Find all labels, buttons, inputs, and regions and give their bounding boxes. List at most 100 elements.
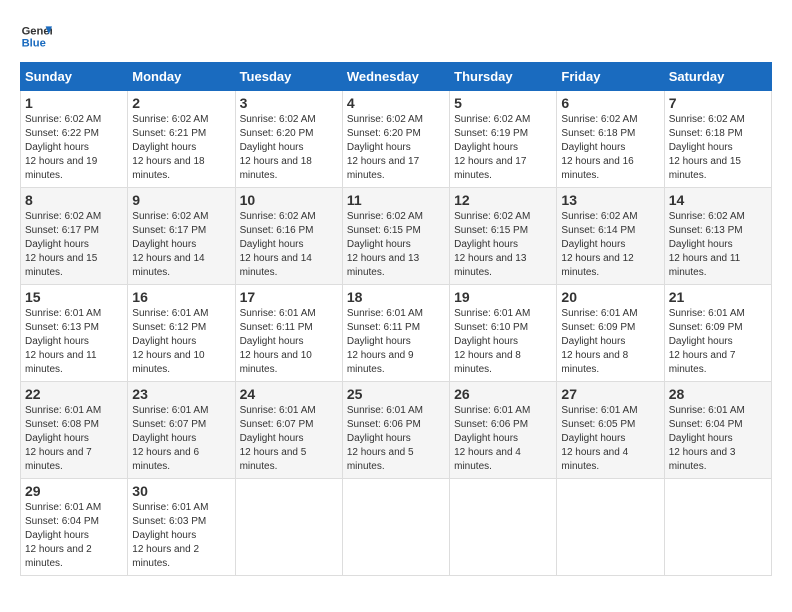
day-info: Sunrise: 6:01 AMSunset: 6:10 PMDaylight … xyxy=(454,307,552,377)
day-number: 18 xyxy=(347,289,445,305)
calendar-day-5: 5 Sunrise: 6:02 AMSunset: 6:19 PMDaylight… xyxy=(450,91,557,188)
day-info: Sunrise: 6:02 AMSunset: 6:20 PMDaylight … xyxy=(240,113,338,183)
day-info: Sunrise: 6:02 AMSunset: 6:13 PMDaylight … xyxy=(669,210,767,280)
col-header-tuesday: Tuesday xyxy=(235,63,342,91)
day-info: Sunrise: 6:01 AMSunset: 6:06 PMDaylight … xyxy=(454,404,552,474)
day-number: 6 xyxy=(561,95,659,111)
calendar-week-1: 8 Sunrise: 6:02 AMSunset: 6:17 PMDaylight… xyxy=(21,188,772,285)
calendar-day-25: 25Sunrise: 6:01 AMSunset: 6:06 PMDayligh… xyxy=(342,382,449,479)
calendar-day-1: 1 Sunrise: 6:02 AMSunset: 6:22 PMDaylight… xyxy=(21,91,128,188)
day-number: 29 xyxy=(25,483,123,499)
calendar-day-17: 17Sunrise: 6:01 AMSunset: 6:11 PMDayligh… xyxy=(235,285,342,382)
day-number: 9 xyxy=(132,192,230,208)
calendar-day-11: 11 Sunrise: 6:02 AMSunset: 6:15 PMDayligh… xyxy=(342,188,449,285)
calendar-day-empty-4-3 xyxy=(342,479,449,576)
col-header-wednesday: Wednesday xyxy=(342,63,449,91)
day-info: Sunrise: 6:01 AMSunset: 6:03 PMDaylight … xyxy=(132,501,230,571)
calendar-table: SundayMondayTuesdayWednesdayThursdayFrid… xyxy=(20,62,772,576)
calendar-day-empty-4-2 xyxy=(235,479,342,576)
col-header-monday: Monday xyxy=(128,63,235,91)
day-number: 1 xyxy=(25,95,123,111)
calendar-day-18: 18 Sunrise: 6:01 AMSunset: 6:11 PMDayligh… xyxy=(342,285,449,382)
calendar-day-empty-4-6 xyxy=(664,479,771,576)
calendar-day-empty-4-4 xyxy=(450,479,557,576)
day-number: 10 xyxy=(240,192,338,208)
calendar-day-23: 23 Sunrise: 6:01 AMSunset: 6:07 PMDayligh… xyxy=(128,382,235,479)
calendar-day-27: 27 Sunrise: 6:01 AMSunset: 6:05 PMDayligh… xyxy=(557,382,664,479)
day-number: 11 xyxy=(347,192,445,208)
day-info: Sunrise: 6:02 AMSunset: 6:20 PMDaylight … xyxy=(347,113,445,183)
calendar-day-13: 13 Sunrise: 6:02 AMSunset: 6:14 PMDayligh… xyxy=(557,188,664,285)
day-number: 3 xyxy=(240,95,338,111)
day-number: 14 xyxy=(669,192,767,208)
day-info: Sunrise: 6:02 AMSunset: 6:21 PMDaylight … xyxy=(132,113,230,183)
calendar-day-2: 2 Sunrise: 6:02 AMSunset: 6:21 PMDaylight… xyxy=(128,91,235,188)
day-info: Sunrise: 6:02 AMSunset: 6:16 PMDaylight … xyxy=(240,210,338,280)
calendar-day-30: 30 Sunrise: 6:01 AMSunset: 6:03 PMDayligh… xyxy=(128,479,235,576)
header-row: SundayMondayTuesdayWednesdayThursdayFrid… xyxy=(21,63,772,91)
day-number: 4 xyxy=(347,95,445,111)
day-info: Sunrise: 6:02 AMSunset: 6:17 PMDaylight … xyxy=(132,210,230,280)
day-number: 13 xyxy=(561,192,659,208)
day-number: 25 xyxy=(347,386,445,402)
calendar-day-29: 29 Sunrise: 6:01 AMSunset: 6:04 PMDayligh… xyxy=(21,479,128,576)
day-number: 8 xyxy=(25,192,123,208)
col-header-friday: Friday xyxy=(557,63,664,91)
day-info: Sunrise: 6:01 AMSunset: 6:07 PMDaylight … xyxy=(132,404,230,474)
day-number: 28 xyxy=(669,386,767,402)
day-info: Sunrise: 6:02 AMSunset: 6:19 PMDaylight … xyxy=(454,113,552,183)
day-info: Sunrise: 6:02 AMSunset: 6:17 PMDaylight … xyxy=(25,210,123,280)
day-info: Sunrise: 6:02 AMSunset: 6:14 PMDaylight … xyxy=(561,210,659,280)
day-number: 24 xyxy=(240,386,338,402)
day-info: Sunrise: 6:02 AMSunset: 6:15 PMDaylight … xyxy=(347,210,445,280)
day-info: Sunrise: 6:01 AMSunset: 6:08 PMDaylight … xyxy=(25,404,123,474)
col-header-sunday: Sunday xyxy=(21,63,128,91)
calendar-day-6: 6 Sunrise: 6:02 AMSunset: 6:18 PMDaylight… xyxy=(557,91,664,188)
calendar-week-3: 22 Sunrise: 6:01 AMSunset: 6:08 PMDayligh… xyxy=(21,382,772,479)
calendar-day-20: 20 Sunrise: 6:01 AMSunset: 6:09 PMDayligh… xyxy=(557,285,664,382)
day-number: 22 xyxy=(25,386,123,402)
day-info: Sunrise: 6:01 AMSunset: 6:04 PMDaylight … xyxy=(25,501,123,571)
day-number: 17 xyxy=(240,289,338,305)
calendar-day-28: 28 Sunrise: 6:01 AMSunset: 6:04 PMDayligh… xyxy=(664,382,771,479)
col-header-saturday: Saturday xyxy=(664,63,771,91)
day-info: Sunrise: 6:02 AMSunset: 6:18 PMDaylight … xyxy=(669,113,767,183)
page-header: General Blue xyxy=(20,20,772,52)
calendar-day-10: 10 Sunrise: 6:02 AMSunset: 6:16 PMDayligh… xyxy=(235,188,342,285)
svg-text:Blue: Blue xyxy=(22,37,46,49)
calendar-day-3: 3 Sunrise: 6:02 AMSunset: 6:20 PMDaylight… xyxy=(235,91,342,188)
calendar-day-4: 4 Sunrise: 6:02 AMSunset: 6:20 PMDaylight… xyxy=(342,91,449,188)
day-number: 20 xyxy=(561,289,659,305)
day-number: 23 xyxy=(132,386,230,402)
day-number: 5 xyxy=(454,95,552,111)
day-number: 30 xyxy=(132,483,230,499)
day-number: 21 xyxy=(669,289,767,305)
day-info: Sunrise: 6:02 AMSunset: 6:15 PMDaylight … xyxy=(454,210,552,280)
calendar-day-empty-4-5 xyxy=(557,479,664,576)
day-number: 2 xyxy=(132,95,230,111)
logo: General Blue xyxy=(20,20,52,52)
day-number: 19 xyxy=(454,289,552,305)
calendar-day-8: 8 Sunrise: 6:02 AMSunset: 6:17 PMDaylight… xyxy=(21,188,128,285)
day-info: Sunrise: 6:01 AMSunset: 6:07 PMDaylight … xyxy=(240,404,338,474)
day-info: Sunrise: 6:01 AMSunset: 6:05 PMDaylight … xyxy=(561,404,659,474)
day-info: Sunrise: 6:01 AMSunset: 6:09 PMDaylight … xyxy=(561,307,659,377)
day-info: Sunrise: 6:01 AMSunset: 6:12 PMDaylight … xyxy=(132,307,230,377)
day-number: 26 xyxy=(454,386,552,402)
day-number: 15 xyxy=(25,289,123,305)
calendar-day-9: 9 Sunrise: 6:02 AMSunset: 6:17 PMDaylight… xyxy=(128,188,235,285)
day-info: Sunrise: 6:02 AMSunset: 6:22 PMDaylight … xyxy=(25,113,123,183)
day-info: Sunrise: 6:01 AMSunset: 6:04 PMDaylight … xyxy=(669,404,767,474)
day-info: Sunrise: 6:02 AMSunset: 6:18 PMDaylight … xyxy=(561,113,659,183)
calendar-week-4: 29 Sunrise: 6:01 AMSunset: 6:04 PMDayligh… xyxy=(21,479,772,576)
day-number: 27 xyxy=(561,386,659,402)
day-number: 12 xyxy=(454,192,552,208)
day-info: Sunrise: 6:01 AMSunset: 6:11 PMDaylight … xyxy=(347,307,445,377)
calendar-day-22: 22 Sunrise: 6:01 AMSunset: 6:08 PMDayligh… xyxy=(21,382,128,479)
calendar-day-21: 21 Sunrise: 6:01 AMSunset: 6:09 PMDayligh… xyxy=(664,285,771,382)
calendar-day-19: 19 Sunrise: 6:01 AMSunset: 6:10 PMDayligh… xyxy=(450,285,557,382)
day-number: 7 xyxy=(669,95,767,111)
logo-icon: General Blue xyxy=(20,20,52,52)
calendar-day-16: 16Sunrise: 6:01 AMSunset: 6:12 PMDayligh… xyxy=(128,285,235,382)
day-info: Sunrise: 6:01 AMSunset: 6:09 PMDaylight … xyxy=(669,307,767,377)
